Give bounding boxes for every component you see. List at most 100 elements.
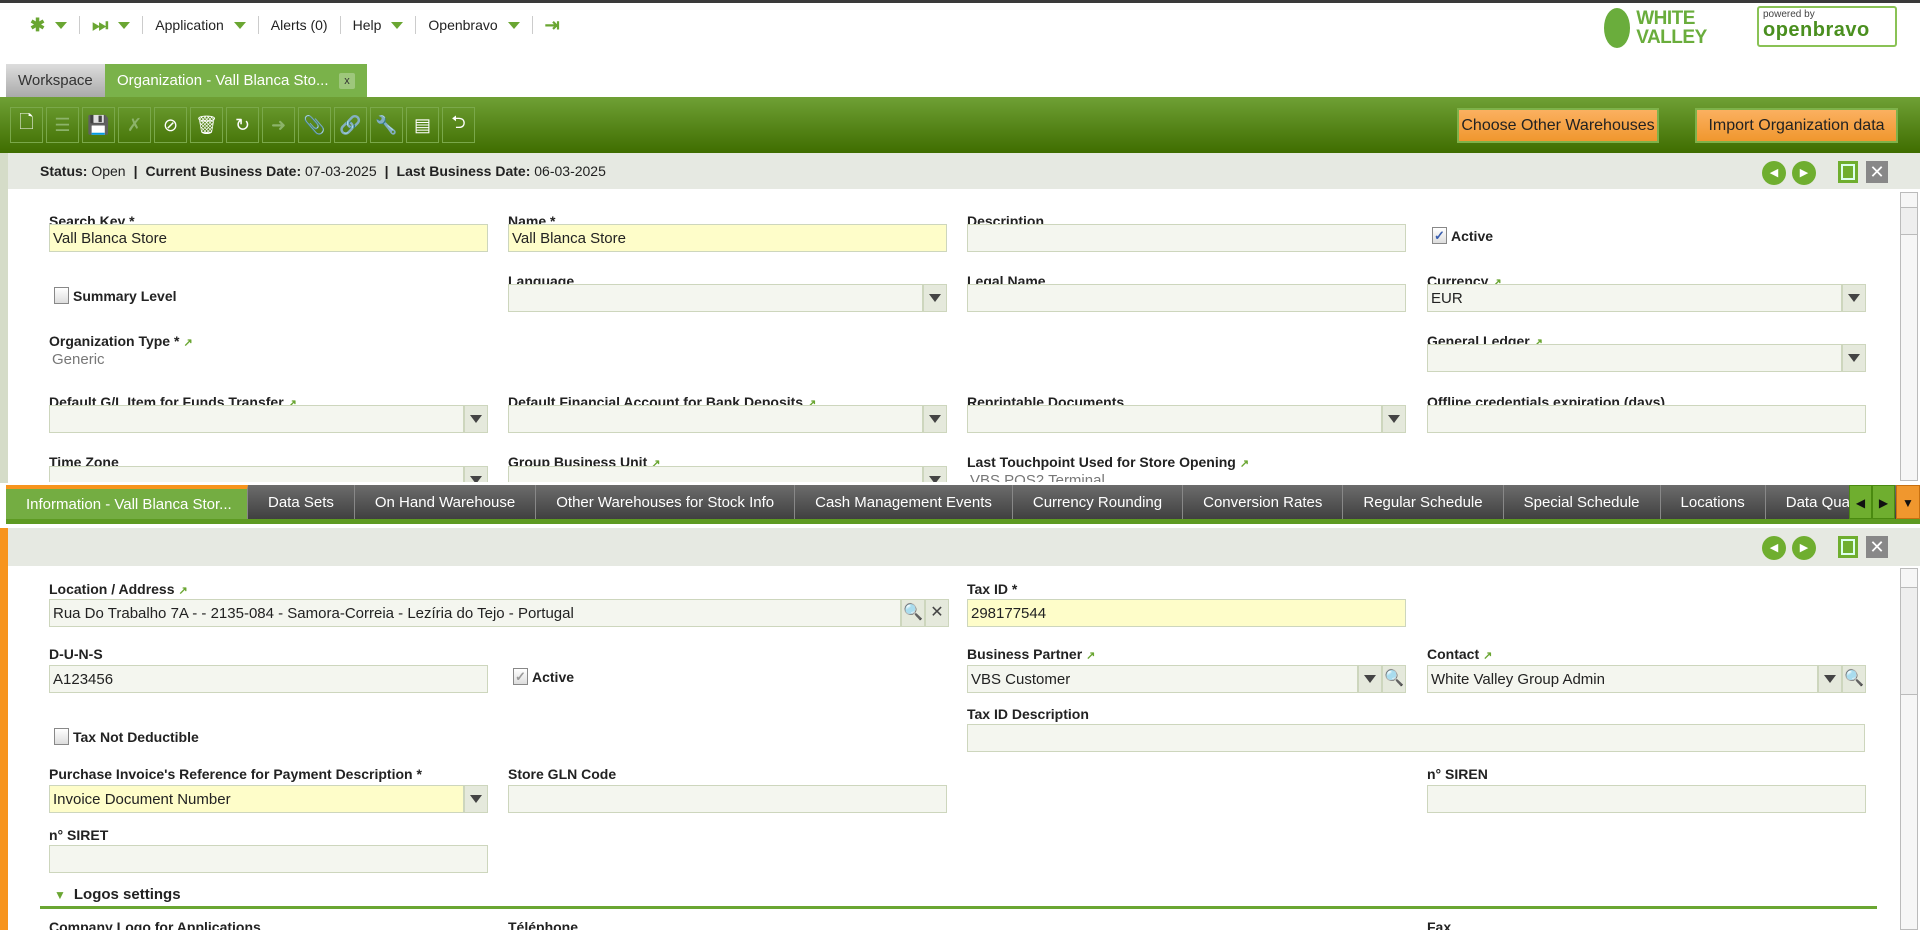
choose-other-warehouses-button[interactable]: Choose Other Warehouses: [1457, 108, 1659, 143]
purchase-ref-dropdown-button[interactable]: [464, 785, 488, 813]
child-tab-information[interactable]: Information - Vall Blanca Stor...: [6, 485, 248, 519]
name-input[interactable]: Vall Blanca Store: [508, 224, 947, 252]
child-tab-currency-rounding[interactable]: Currency Rounding: [1012, 485, 1184, 519]
duns-input[interactable]: A123456: [49, 665, 488, 693]
child-tab-cash-management-events[interactable]: Cash Management Events: [795, 485, 1013, 519]
child-tab-conversion-rates[interactable]: Conversion Rates: [1183, 485, 1344, 519]
contact-search-icon[interactable]: 🔍: [1842, 665, 1866, 693]
delete-icon[interactable]: 🗑: [190, 107, 223, 143]
next-record-button[interactable]: ▶: [1792, 161, 1816, 185]
export-icon[interactable]: ➜: [262, 107, 295, 143]
undo-button[interactable]: ✗: [118, 107, 151, 143]
siret-input[interactable]: [49, 845, 488, 873]
business-partner-search-icon[interactable]: 🔍: [1382, 665, 1406, 693]
save-button[interactable]: 💾: [82, 107, 115, 143]
child-tab-special-schedule[interactable]: Special Schedule: [1503, 485, 1661, 519]
recent-views-menu[interactable]: ⏭: [80, 15, 144, 35]
tax-not-deductible-checkbox[interactable]: Tax Not Deductible: [54, 728, 199, 745]
maximize-button[interactable]: [1838, 536, 1858, 558]
language-select[interactable]: [508, 284, 923, 312]
search-key-input[interactable]: Vall Blanca Store: [49, 224, 488, 252]
form-scrollbar[interactable]: [1900, 192, 1918, 481]
reprintable-documents-dropdown-button[interactable]: [1382, 405, 1406, 433]
contact-dropdown-button[interactable]: [1818, 665, 1842, 693]
active-checkbox[interactable]: ✓ Active: [513, 668, 574, 685]
link-arrow-icon[interactable]: ↗: [1240, 458, 1249, 470]
group-business-unit-select[interactable]: [508, 466, 923, 482]
logout-button[interactable]: ⇥: [533, 15, 572, 35]
tabs-scroll-right-icon[interactable]: ▶: [1872, 485, 1895, 519]
financial-account-select[interactable]: [508, 405, 923, 433]
tabs-menu-icon[interactable]: ▼: [1896, 485, 1920, 519]
currency-select[interactable]: EUR: [1427, 284, 1842, 312]
attach-icon[interactable]: 📎: [298, 107, 331, 143]
previous-record-button[interactable]: ◀: [1762, 161, 1786, 185]
description-input[interactable]: [967, 224, 1406, 252]
scrollbar-thumb[interactable]: [1901, 207, 1917, 235]
alerts-menu[interactable]: Alerts (0): [259, 16, 341, 34]
gl-item-select[interactable]: [49, 405, 464, 433]
maximize-button[interactable]: [1838, 161, 1858, 183]
child-tab-locations[interactable]: Locations: [1660, 485, 1766, 519]
business-partner-select[interactable]: VBS Customer: [967, 665, 1358, 693]
save-close-button[interactable]: ☰: [46, 107, 79, 143]
import-organization-data-button[interactable]: Import Organization data: [1695, 108, 1898, 143]
logos-settings-section[interactable]: ▼ Logos settings: [54, 886, 181, 903]
language-dropdown-button[interactable]: [923, 284, 947, 312]
offline-expiration-input[interactable]: [1427, 405, 1866, 433]
tax-id-description-input[interactable]: [967, 724, 1865, 752]
organization-type-value: Generic: [52, 351, 105, 368]
general-ledger-dropdown-button[interactable]: [1842, 344, 1866, 372]
clone-icon[interactable]: ⮌: [442, 107, 475, 143]
time-zone-dropdown-button[interactable]: [464, 466, 488, 482]
business-partner-dropdown-button[interactable]: [1358, 665, 1382, 693]
refresh-icon[interactable]: ↻: [226, 107, 259, 143]
scrollbar-thumb[interactable]: [1901, 587, 1917, 695]
link-arrow-icon[interactable]: ↗: [179, 585, 188, 597]
child-tab-other-warehouses[interactable]: Other Warehouses for Stock Info: [536, 485, 796, 519]
application-menu[interactable]: Application: [143, 16, 259, 34]
tab-workspace[interactable]: Workspace: [6, 64, 105, 97]
label-text: Last Touchpoint Used for Store Opening: [967, 454, 1236, 470]
active-checkbox[interactable]: ✓ Active: [1432, 227, 1493, 244]
financial-account-dropdown-button[interactable]: [923, 405, 947, 433]
store-gln-input[interactable]: [508, 785, 947, 813]
next-record-button[interactable]: ▶: [1792, 536, 1816, 560]
child-tab-regular-schedule[interactable]: Regular Schedule: [1343, 485, 1504, 519]
general-ledger-select[interactable]: [1427, 344, 1842, 372]
user-menu[interactable]: Openbravo: [416, 16, 533, 34]
quick-launch-menu[interactable]: ✱: [18, 15, 81, 35]
time-zone-select[interactable]: [49, 466, 464, 482]
gl-item-dropdown-button[interactable]: [464, 405, 488, 433]
location-input[interactable]: Rua Do Trabalho 7A - - 2135-084 - Samora…: [49, 599, 901, 627]
audit-tools-icon[interactable]: 🔧: [370, 107, 403, 143]
legal-name-input[interactable]: [967, 284, 1406, 312]
contact-select[interactable]: White Valley Group Admin: [1427, 665, 1818, 693]
reprintable-documents-select[interactable]: [967, 405, 1382, 433]
new-record-button[interactable]: 🗋: [10, 107, 43, 143]
tax-id-input[interactable]: 298177544: [967, 599, 1406, 627]
child-tab-data-sets[interactable]: Data Sets: [248, 485, 355, 519]
close-tab-icon[interactable]: x: [339, 72, 355, 89]
link-arrow-icon[interactable]: ↗: [1086, 650, 1095, 662]
location-clear-icon[interactable]: ✕: [925, 599, 949, 627]
previous-record-button[interactable]: ◀: [1762, 536, 1786, 560]
link-icon[interactable]: 🔗: [334, 107, 367, 143]
grid-form-icon[interactable]: ▤: [406, 107, 439, 143]
tab-organization[interactable]: Organization - Vall Blanca Sto... x: [105, 64, 367, 97]
link-arrow-icon[interactable]: ↗: [1483, 650, 1492, 662]
help-menu[interactable]: Help: [341, 16, 417, 34]
currency-dropdown-button[interactable]: [1842, 284, 1866, 312]
close-form-button[interactable]: ✕: [1866, 536, 1888, 558]
location-search-icon[interactable]: 🔍: [901, 599, 925, 627]
child-tab-on-hand-warehouse[interactable]: On Hand Warehouse: [354, 485, 537, 519]
purchase-ref-select[interactable]: Invoice Document Number: [49, 785, 464, 813]
siren-input[interactable]: [1427, 785, 1866, 813]
summary-level-checkbox[interactable]: Summary Level: [54, 287, 177, 304]
close-form-button[interactable]: ✕: [1866, 161, 1888, 183]
tabs-scroll-left-icon[interactable]: ◀: [1849, 485, 1872, 519]
cancel-icon[interactable]: ⊘: [154, 107, 187, 143]
link-arrow-icon[interactable]: ↗: [183, 337, 192, 349]
information-form-scrollbar[interactable]: [1900, 568, 1918, 930]
group-business-unit-dropdown-button[interactable]: [923, 466, 947, 482]
